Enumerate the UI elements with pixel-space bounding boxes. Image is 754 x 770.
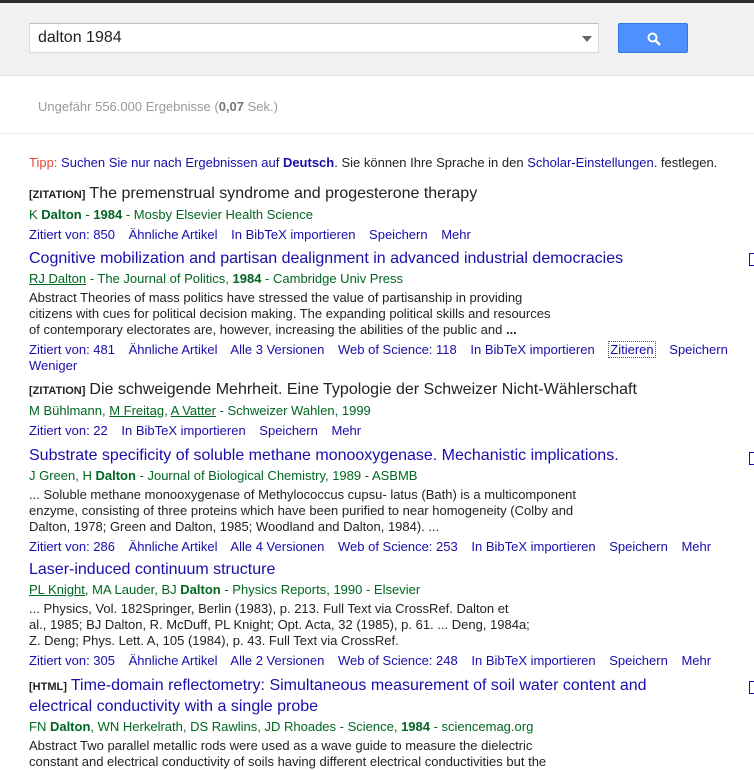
- more-link[interactable]: Mehr: [681, 539, 711, 554]
- dropdown-arrow-icon[interactable]: [582, 36, 592, 42]
- author-link[interactable]: A Vatter: [171, 403, 216, 418]
- cite-link[interactable]: Zitieren: [608, 341, 656, 358]
- result-title[interactable]: Time-domain reflectometry: Simultaneous …: [71, 677, 647, 694]
- result-stats: Ungefähr 556.000 Ergebnisse (0,07 Sek.): [38, 99, 278, 114]
- result-meta: J Green, H Dalton - Journal of Biologica…: [29, 468, 418, 483]
- related-articles-link[interactable]: Ähnliche Artikel: [129, 342, 218, 357]
- search-result: [ZITATION] The premenstrual syndrome and …: [29, 184, 749, 243]
- more-link[interactable]: Mehr: [331, 423, 361, 438]
- import-bibtex-link[interactable]: In BibTeX importieren: [471, 539, 595, 554]
- language-tip: Tipp: Suchen Sie nur nach Ergebnissen au…: [29, 155, 718, 170]
- result-links: Zitiert von: 305 Ähnliche Artikel Alle 2…: [29, 653, 749, 669]
- search-result: [ZITATION] Die schweigende Mehrheit. Eine…: [29, 380, 749, 439]
- result-title[interactable]: Laser-induced continuum structure: [29, 560, 749, 580]
- result-meta: RJ Dalton - The Journal of Politics, 198…: [29, 271, 404, 286]
- result-links: Zitiert von: 286 Ähnliche Artikel Alle 4…: [29, 539, 749, 555]
- less-link[interactable]: Weniger: [29, 358, 77, 373]
- result-title: The premenstrual syndrome and progestero…: [89, 185, 478, 202]
- result-tag: [ZITATION]: [29, 385, 86, 397]
- result-meta: PL Knight, MA Lauder, BJ Dalton - Physic…: [29, 582, 421, 597]
- cited-by-link[interactable]: Zitiert von: 22: [29, 423, 108, 438]
- search-input[interactable]: [38, 29, 568, 47]
- result-snippet: ... Soluble methane monooxygenase of Met…: [29, 487, 577, 534]
- import-bibtex-link[interactable]: In BibTeX importieren: [121, 423, 245, 438]
- author-link[interactable]: PL Knight: [29, 582, 85, 597]
- side-link-marker[interactable]: [749, 452, 754, 465]
- result-title: Die schweigende Mehrheit. Eine Typologie…: [89, 381, 637, 398]
- side-link-marker[interactable]: [749, 681, 754, 694]
- divider: [0, 133, 754, 134]
- related-articles-link[interactable]: Ähnliche Artikel: [129, 227, 218, 242]
- search-button[interactable]: [618, 23, 688, 53]
- web-of-science-link[interactable]: Web of Science: 248: [338, 653, 458, 668]
- side-link-marker[interactable]: [749, 253, 754, 266]
- search-result: [HTML] Time-domain reflectometry: Simulta…: [29, 676, 749, 770]
- cited-by-link[interactable]: Zitiert von: 305: [29, 653, 115, 668]
- result-title[interactable]: Cognitive mobilization and partisan deal…: [29, 249, 749, 269]
- cited-by-link[interactable]: Zitiert von: 286: [29, 539, 115, 554]
- search-header: [0, 3, 754, 76]
- result-snippet: Abstract Theories of mass politics have …: [29, 290, 551, 337]
- related-articles-link[interactable]: Ähnliche Artikel: [129, 539, 218, 554]
- result-tag: [ZITATION]: [29, 189, 86, 201]
- result-links: Zitiert von: 850 Ähnliche Artikel In Bib…: [29, 227, 749, 243]
- import-bibtex-link[interactable]: In BibTeX importieren: [231, 227, 355, 242]
- save-link[interactable]: Speichern: [609, 653, 668, 668]
- all-versions-link[interactable]: Alle 3 Versionen: [230, 342, 324, 357]
- search-result: Substrate specificity of soluble methane…: [29, 446, 749, 555]
- tip-label: Tipp:: [29, 155, 58, 170]
- author-link[interactable]: M Freitag: [109, 403, 164, 418]
- result-snippet: ... Physics, Vol. 182Springer, Berlin (1…: [29, 601, 530, 648]
- result-links: Zitiert von: 22 In BibTeX importieren Sp…: [29, 423, 749, 439]
- search-result: Laser-induced continuum structure PL Kni…: [29, 560, 749, 669]
- search-box[interactable]: [29, 23, 599, 53]
- all-versions-link[interactable]: Alle 2 Versionen: [230, 653, 324, 668]
- save-link[interactable]: Speichern: [259, 423, 318, 438]
- search-icon: [647, 32, 661, 46]
- more-link[interactable]: Mehr: [681, 653, 711, 668]
- result-meta: M Bühlmann, M Freitag, A Vatter - Schwei…: [29, 403, 371, 418]
- result-links: Zitiert von: 481 Ähnliche Artikel Alle 3…: [29, 341, 749, 358]
- import-bibtex-link[interactable]: In BibTeX importieren: [471, 653, 595, 668]
- result-title[interactable]: Substrate specificity of soluble methane…: [29, 446, 749, 466]
- web-of-science-link[interactable]: Web of Science: 253: [338, 539, 458, 554]
- more-link[interactable]: Mehr: [441, 227, 471, 242]
- save-link[interactable]: Speichern: [369, 227, 428, 242]
- result-title-continued[interactable]: electrical conductivity with a single pr…: [29, 697, 749, 717]
- tip-language-link[interactable]: Suchen Sie nur nach Ergebnissen auf Deut…: [61, 155, 334, 170]
- related-articles-link[interactable]: Ähnliche Artikel: [129, 653, 218, 668]
- result-tag: [HTML]: [29, 681, 67, 693]
- result-meta: FN Dalton, WN Herkelrath, DS Rawlins, JD…: [29, 719, 534, 734]
- cited-by-link[interactable]: Zitiert von: 481: [29, 342, 115, 357]
- save-link[interactable]: Speichern: [609, 539, 668, 554]
- scholar-settings-link[interactable]: Scholar-Einstellungen: [527, 155, 653, 170]
- web-of-science-link[interactable]: Web of Science: 118: [338, 342, 457, 357]
- save-link[interactable]: Speichern: [669, 342, 728, 357]
- all-versions-link[interactable]: Alle 4 Versionen: [230, 539, 324, 554]
- author-link[interactable]: RJ Dalton: [29, 271, 86, 286]
- import-bibtex-link[interactable]: In BibTeX importieren: [470, 342, 594, 357]
- result-snippet: Abstract Two parallel metallic rods were…: [29, 738, 547, 769]
- cited-by-link[interactable]: Zitiert von: 850: [29, 227, 115, 242]
- result-meta: K Dalton - 1984 - Mosby Elsevier Health …: [29, 207, 313, 222]
- search-result: Cognitive mobilization and partisan deal…: [29, 249, 749, 374]
